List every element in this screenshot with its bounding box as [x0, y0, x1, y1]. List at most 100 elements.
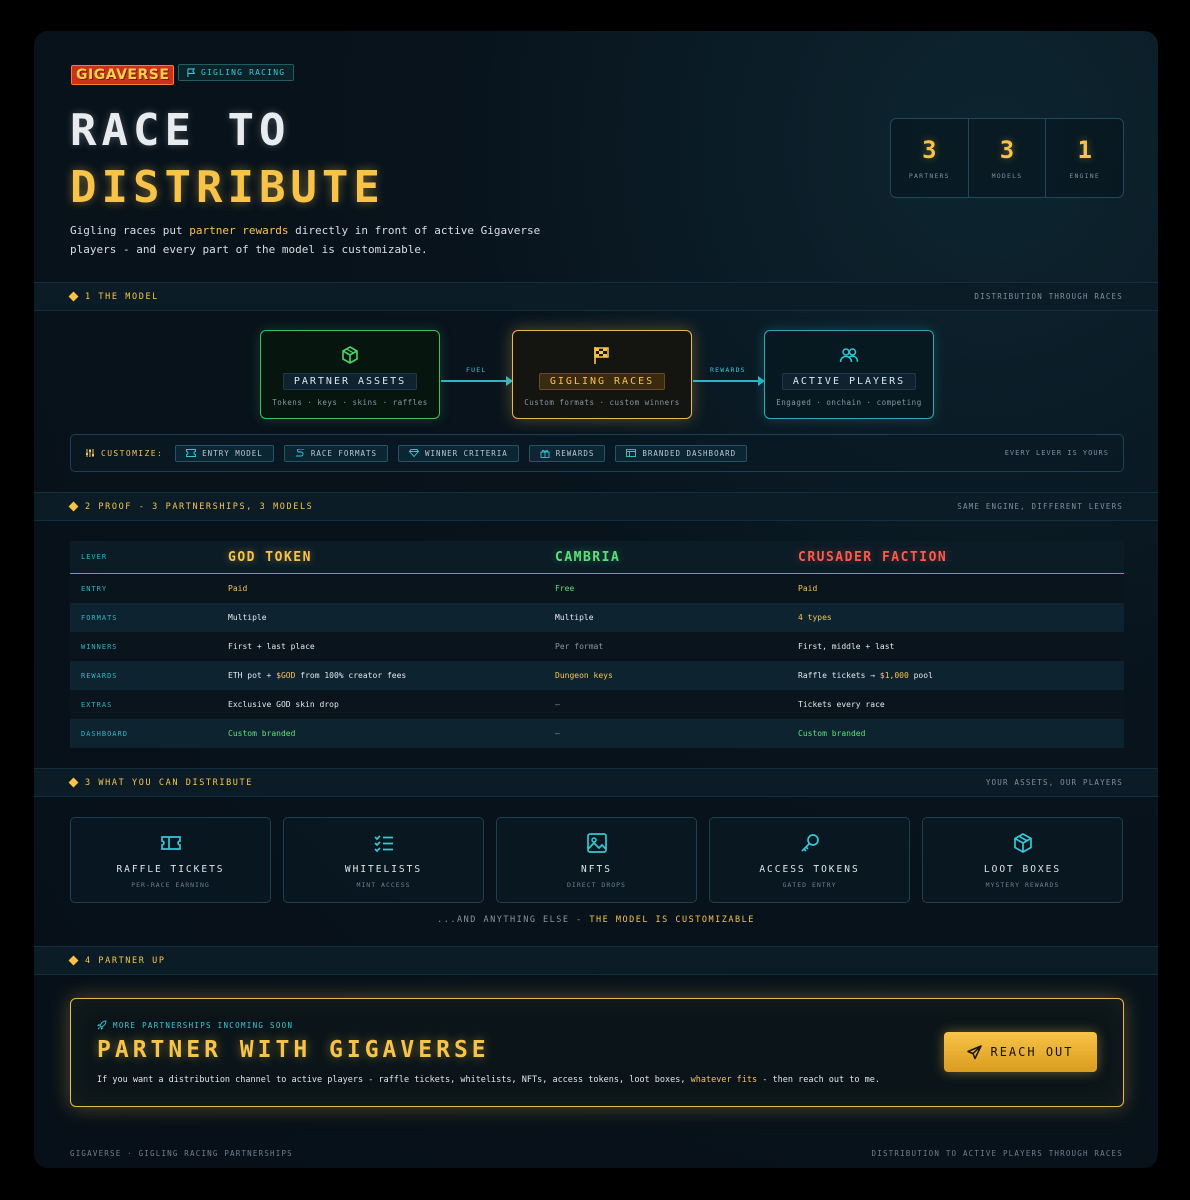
- diamond-icon: [68, 777, 79, 788]
- rocket-icon: [97, 1020, 107, 1030]
- image-icon: [586, 833, 607, 853]
- cell-highlight: $GOD: [276, 671, 296, 680]
- footer-right: DISTRIBUTION TO ACTIVE PLAYERS THROUGH R…: [871, 1149, 1123, 1158]
- diamond-icon: [68, 291, 79, 302]
- card-sub: MINT ACCESS: [356, 881, 411, 889]
- cell-crusader: Tickets every race: [798, 700, 885, 709]
- intro-text: Gigling races put partner rewards direct…: [70, 221, 590, 259]
- table-row: DASHBOARD Custom branded – Custom brande…: [70, 719, 1124, 748]
- stat-partners: 3 PARTNERS: [891, 119, 969, 197]
- cell-god-token: Paid: [228, 584, 248, 593]
- cell-cambria: Per format: [555, 642, 604, 651]
- row-lever: DASHBOARD: [81, 729, 128, 738]
- card-sub: GATED ENTRY: [782, 881, 837, 889]
- model-box-label: ACTIVE PLAYERS: [781, 373, 917, 390]
- section-title: 2 PROOF - 3 PARTNERSHIPS, 3 MODELS: [68, 501, 314, 512]
- checkered-flag-icon: [594, 347, 609, 364]
- footer-left: GIGAVERSE · GIGLING RACING PARTNERSHIPS: [70, 1149, 293, 1158]
- model-box-active-players: ACTIVE PLAYERS Engaged · onchain · compe…: [764, 330, 934, 419]
- stat-value: 3: [999, 136, 1015, 164]
- partner-cta: MORE PARTNERSHIPS INCOMING SOON PARTNER …: [70, 998, 1124, 1107]
- cta-kicker-text: MORE PARTNERSHIPS INCOMING SOON: [113, 1020, 294, 1030]
- section-right-label: DISTRIBUTION THROUGH RACES: [974, 292, 1123, 301]
- section-title: 1 THE MODEL: [68, 291, 159, 302]
- chip-race-formats[interactable]: RACE FORMATS: [283, 444, 389, 462]
- partnership-table: LEVER GOD TOKEN CAMBRIA CRUSADER FACTION…: [70, 541, 1124, 748]
- header-crusader-faction: CRUSADER FACTION: [798, 549, 948, 565]
- table-row: ENTRY Paid Free Paid: [70, 574, 1124, 603]
- note-part-a: ...AND ANYTHING ELSE -: [437, 915, 590, 925]
- stat-label: MODELS: [991, 172, 1023, 180]
- chip-branded-dashboard[interactable]: BRANDED DASHBOARD: [615, 444, 748, 462]
- cell-crusader: 4 types: [798, 613, 832, 622]
- box-icon: [1013, 833, 1032, 853]
- cell-cambria: –: [555, 729, 560, 738]
- cell-god-token: First + last place: [228, 642, 315, 651]
- section-title-text: 4 PARTNER UP: [85, 955, 166, 966]
- chip-winner-criteria[interactable]: WINNER CRITERIA: [398, 444, 519, 462]
- table-row: WINNERS First + last place Per format Fi…: [70, 632, 1124, 661]
- checklist-icon: [373, 835, 393, 853]
- model-box-sub: Tokens · keys · skins · raffles: [272, 398, 428, 407]
- chip-entry-model[interactable]: ENTRY MODEL: [175, 444, 274, 462]
- users-icon: [839, 348, 859, 363]
- gigaverse-logo: GIGAVERSE: [71, 65, 175, 85]
- card-title: WHITELISTS: [344, 864, 423, 875]
- cell-cambria: Dungeon keys: [555, 671, 613, 680]
- section-title-text: 2 PROOF - 3 PARTNERSHIPS, 3 MODELS: [85, 501, 314, 512]
- header-lever: LEVER: [81, 553, 108, 561]
- cell-crusader: Paid: [798, 584, 818, 593]
- diamond-icon: [68, 501, 79, 512]
- cell-crusader: Custom branded: [798, 729, 866, 738]
- note-highlight: THE MODEL IS CUSTOMIZABLE: [589, 915, 755, 925]
- intro-highlight: partner rewards: [189, 224, 289, 237]
- card-sub: MYSTERY REWARDS: [985, 881, 1060, 889]
- header-cambria: CAMBRIA: [555, 549, 621, 565]
- stat-label: ENGINE: [1069, 172, 1101, 180]
- send-icon: [967, 1044, 983, 1059]
- anything-else-note: ...AND ANYTHING ELSE - THE MODEL IS CUST…: [34, 915, 1158, 925]
- model-box-sub: Custom formats · custom winners: [524, 398, 680, 407]
- reach-out-button[interactable]: REACH OUT: [944, 1032, 1097, 1072]
- card-loot-boxes: LOOT BOXES MYSTERY REWARDS: [922, 817, 1123, 903]
- customize-right-label: EVERY LEVER IS YOURS: [1004, 449, 1109, 457]
- card-access-tokens: ACCESS TOKENS GATED ENTRY: [709, 817, 910, 903]
- chip-label: WINNER CRITERIA: [425, 448, 508, 458]
- cell-text: ETH pot +: [228, 671, 277, 680]
- tag-label: GIGLING RACING: [201, 68, 286, 77]
- cube-icon: [342, 346, 358, 364]
- row-lever: FORMATS: [81, 613, 118, 622]
- table-header-row: LEVER GOD TOKEN CAMBRIA CRUSADER FACTION: [70, 541, 1124, 574]
- chip-label: RACE FORMATS: [310, 448, 378, 458]
- section-bar-proof: 2 PROOF - 3 PARTNERSHIPS, 3 MODELS SAME …: [34, 492, 1158, 521]
- model-box-partner-assets: PARTNER ASSETS Tokens · keys · skins · r…: [260, 330, 440, 419]
- stat-engine: 1 ENGINE: [1046, 119, 1123, 197]
- section-bar-partner-up: 4 PARTNER UP: [34, 946, 1158, 975]
- card-title: ACCESS TOKENS: [759, 864, 860, 875]
- table-row: FORMATS Multiple Multiple 4 types: [70, 603, 1124, 632]
- gift-icon: [540, 449, 550, 458]
- dashboard-icon: [626, 449, 637, 457]
- chip-label: REWARDS: [555, 448, 595, 458]
- gigling-racing-tag: GIGLING RACING: [178, 64, 295, 81]
- stat-value: 1: [1077, 136, 1092, 164]
- cell-text: Raffle tickets →: [798, 671, 880, 680]
- chip-rewards[interactable]: REWARDS: [528, 444, 606, 462]
- cta-text-b: - then reach out to me.: [757, 1075, 880, 1085]
- row-lever: REWARDS: [81, 671, 118, 680]
- key-icon: [800, 834, 819, 852]
- row-lever: WINNERS: [81, 642, 118, 651]
- cell-cambria: Multiple: [555, 613, 594, 622]
- arrow-fuel: [441, 376, 513, 386]
- cta-title: PARTNER WITH GIGAVERSE: [97, 1037, 490, 1063]
- diamond-icon: [68, 955, 79, 966]
- ticket-icon: [160, 836, 181, 850]
- arrow-fuel-label: FUEL: [466, 366, 487, 374]
- card-sub: DIRECT DROPS: [567, 881, 626, 889]
- cell-cambria: Free: [555, 584, 575, 593]
- stat-value: 3: [922, 136, 937, 164]
- cell-text: from 100% creator fees: [295, 671, 407, 680]
- card-title: NFTS: [581, 864, 612, 875]
- title-line-2: DISTRIBUTE: [70, 162, 385, 213]
- card-title: RAFFLE TICKETS: [116, 864, 225, 875]
